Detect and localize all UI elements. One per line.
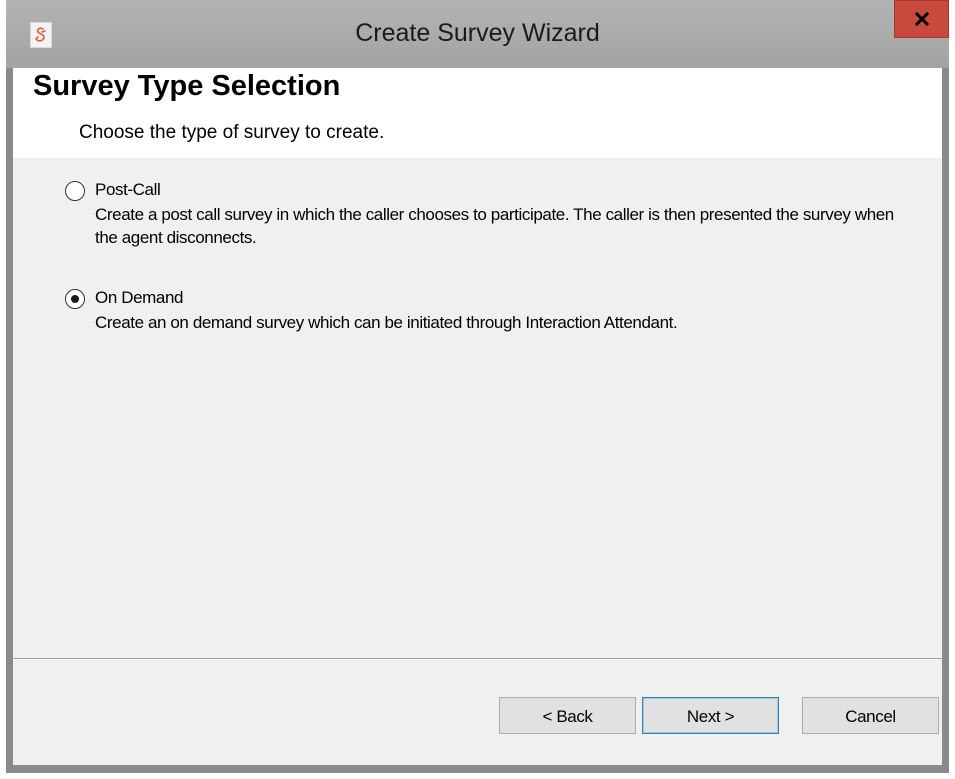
wizard-content: Survey Type Selection Choose the type of… — [13, 68, 942, 765]
post-call-label[interactable]: Post-Call — [95, 180, 161, 200]
post-call-description: Create a post call survey in which the c… — [95, 205, 894, 247]
close-icon — [915, 12, 929, 26]
on-demand-label[interactable]: On Demand — [95, 288, 183, 308]
page-title: Survey Type Selection — [33, 70, 341, 102]
page-subtitle: Choose the type of survey to create. — [79, 122, 385, 143]
radio-selected-dot — [71, 295, 79, 303]
wizard-window: Create Survey Wizard Survey Type Selecti… — [6, 0, 949, 773]
title-bar[interactable]: Create Survey Wizard — [6, 0, 949, 68]
on-demand-description: Create an on demand survey which can be … — [95, 313, 678, 332]
footer-separator — [13, 658, 942, 660]
post-call-radio[interactable] — [65, 181, 85, 201]
cancel-button[interactable]: Cancel — [802, 697, 939, 734]
close-button[interactable] — [894, 0, 949, 38]
wizard-header: Survey Type Selection Choose the type of… — [13, 68, 942, 158]
next-button[interactable]: Next > — [642, 697, 779, 734]
window-title: Create Survey Wizard — [355, 19, 600, 47]
back-button[interactable]: < Back — [499, 697, 636, 734]
on-demand-radio[interactable] — [65, 289, 85, 309]
